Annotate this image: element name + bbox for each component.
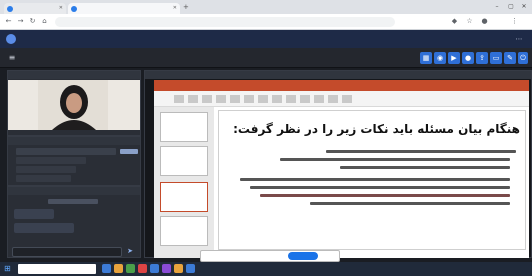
window-close-icon[interactable]: ✕	[519, 2, 529, 12]
app-logo-icon	[6, 34, 16, 44]
user-list-item[interactable]	[16, 175, 71, 182]
slide-thumbnail[interactable]	[160, 146, 208, 176]
browser-tab-1[interactable]: ✕	[4, 3, 66, 14]
home-icon[interactable]: ⌂	[40, 17, 49, 26]
screen-share-notice	[200, 250, 340, 262]
address-bar-row: ← → ↻ ⌂ ◆ ☆ ● ⋮	[0, 14, 532, 30]
user-list-item[interactable]	[16, 166, 76, 173]
slide-text-line	[280, 158, 510, 161]
browser-tab-bar: ✕ ✕ + – ▢ ✕	[0, 0, 532, 14]
app-icon[interactable]	[186, 264, 195, 273]
profile-icon[interactable]: ●	[480, 17, 489, 26]
user-icon[interactable]: ◉	[434, 52, 446, 64]
close-tab-icon[interactable]: ✕	[59, 3, 63, 14]
tab-favicon-icon	[7, 6, 13, 12]
slide-text-line	[340, 166, 510, 169]
send-icon[interactable]: ➤	[124, 246, 136, 256]
close-tab-icon[interactable]: ✕	[173, 3, 177, 14]
slide-text-line	[250, 186, 510, 189]
menu-icon[interactable]: ⋮	[510, 17, 519, 26]
hamburger-menu-icon[interactable]: ≡	[6, 52, 18, 64]
slide-text-line	[326, 150, 516, 153]
slide-text-line	[310, 202, 510, 205]
minimize-icon[interactable]: –	[492, 2, 502, 12]
bookmark-icon[interactable]: ☆	[465, 17, 474, 26]
app-header: ⋯	[0, 30, 532, 48]
word-icon[interactable]	[150, 264, 159, 273]
slide-thumbnail[interactable]	[160, 112, 208, 142]
settings-icon[interactable]: ✎	[504, 52, 516, 64]
app-icon[interactable]	[162, 264, 171, 273]
taskbar-search-input[interactable]	[18, 264, 96, 274]
webcam-video	[8, 80, 140, 130]
user-list-item[interactable]	[16, 148, 116, 155]
slide-title: هنگام بیان مسئله باید نکات زیر را در نظر…	[233, 122, 520, 136]
app-toolbar: ≡ ▦ ◉ ▶ ● ⇪ ▭ ✎ ⏻	[0, 48, 532, 68]
chat-panel: ➤	[7, 186, 141, 258]
powerpoint-ribbon	[154, 91, 529, 107]
chat-message	[14, 209, 54, 219]
exit-icon[interactable]: ⏻	[518, 52, 528, 64]
panel-header	[145, 71, 531, 79]
ribbon-icons	[174, 95, 354, 103]
back-icon[interactable]: ←	[4, 17, 13, 26]
file-explorer-icon[interactable]	[114, 264, 123, 273]
panel-header	[8, 137, 140, 145]
video-icon[interactable]: ▶	[448, 52, 460, 64]
reload-icon[interactable]: ↻	[28, 17, 37, 26]
users-panel	[7, 136, 141, 186]
tab-favicon-icon	[71, 6, 77, 12]
chat-message	[14, 223, 74, 233]
browser-tab-2[interactable]: ✕	[68, 3, 180, 14]
hide-notice-link[interactable]	[328, 252, 338, 260]
start-icon[interactable]: ⊞	[4, 264, 14, 274]
user-list-item[interactable]	[16, 157, 86, 164]
app-icon[interactable]	[174, 264, 183, 273]
url-input[interactable]	[55, 17, 395, 27]
slide-text-line	[240, 178, 510, 181]
task-view-icon[interactable]	[102, 264, 111, 273]
screen-icon[interactable]: ▭	[490, 52, 502, 64]
mic-icon[interactable]: ●	[462, 52, 474, 64]
new-tab-icon[interactable]: +	[183, 3, 191, 11]
panel-header	[8, 71, 140, 79]
presenter-image	[8, 80, 140, 130]
forward-icon[interactable]: →	[16, 17, 25, 26]
slide-thumbnail[interactable]	[160, 216, 208, 246]
powerpoint-title-bar	[154, 80, 529, 91]
extension-icon[interactable]: ◆	[450, 17, 459, 26]
stop-sharing-button[interactable]	[288, 252, 318, 260]
user-status-icons	[120, 149, 138, 154]
slide-thumbnail-selected[interactable]	[160, 182, 208, 212]
options-icon[interactable]: ⋯	[512, 34, 526, 44]
app-title	[22, 35, 142, 43]
system-tray[interactable]	[430, 264, 490, 273]
powerpoint-icon[interactable]	[138, 264, 147, 273]
clock[interactable]	[495, 264, 527, 273]
maximize-icon[interactable]: ▢	[506, 2, 516, 12]
chrome-icon[interactable]	[126, 264, 135, 273]
chat-input[interactable]	[12, 247, 122, 257]
share-icon[interactable]: ⇪	[476, 52, 488, 64]
grid-icon[interactable]: ▦	[420, 52, 432, 64]
slide-text-line	[260, 194, 510, 197]
panel-header	[8, 187, 140, 195]
chat-message	[48, 199, 98, 204]
